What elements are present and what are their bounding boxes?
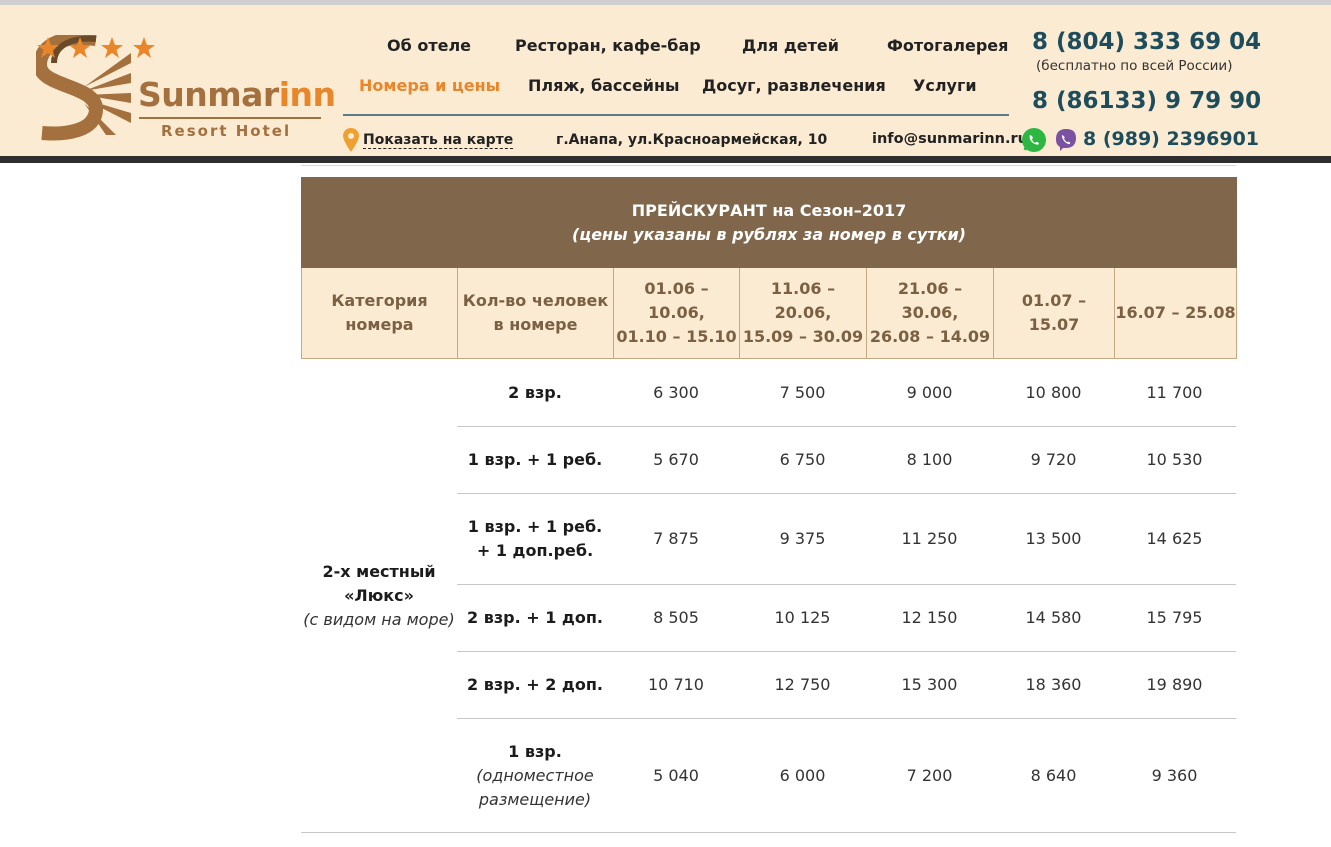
room-category-note: (с видом на море) — [303, 610, 455, 629]
guests-cell: 2 взр. — [508, 382, 562, 402]
price-cell: 10 800 — [1025, 382, 1082, 402]
phone-mobile[interactable]: 8 (989) 2396901 — [1083, 128, 1259, 150]
price-cell: 13 500 — [1025, 529, 1082, 548]
nav-item-kids[interactable]: Для детей — [742, 36, 839, 55]
column-header-period-5: 16.07 – 25.08 — [1115, 303, 1236, 322]
nav-item-beach[interactable]: Пляж, бассейны — [528, 76, 679, 95]
price-cell: 10 710 — [648, 675, 704, 694]
guests-cell: 1 взр. + 1 реб. + 1 доп.реб. — [467, 517, 603, 560]
column-header-period-2: 11.06 – 20.06, 15.09 – 30.09 — [740, 268, 867, 358]
logo-wordmark: Sunmarinn — [138, 75, 336, 114]
price-cell: 12 150 — [901, 608, 958, 627]
table-row: 2 взр. + 1 доп. 8 505 10 125 12 150 14 5… — [457, 585, 1236, 652]
price-cell: 6 000 — [779, 766, 826, 785]
nav-item-gallery[interactable]: Фотогалерея — [887, 36, 1008, 55]
column-header-period-4: 01.07 – 15.07 — [994, 268, 1115, 358]
nav-item-restaurant[interactable]: Ресторан, кафе-бар — [515, 36, 701, 55]
price-cell: 8 100 — [906, 450, 953, 469]
nav-item-leisure[interactable]: Досуг, развлечения — [702, 76, 886, 95]
table-row: 2 взр. + 2 доп. 10 710 12 750 15 300 18 … — [457, 652, 1236, 719]
price-cell: 9 360 — [1151, 766, 1198, 785]
price-cell: 10 530 — [1146, 450, 1203, 469]
nav-item-rooms-prices[interactable]: Номера и цены — [359, 76, 500, 95]
price-table-heading: ПРЕЙСКУРАНТ на Сезон–2017 — [631, 201, 907, 220]
column-header-period-3: 21.06 – 30.06, 26.08 – 14.09 — [867, 268, 994, 358]
price-cell: 7 875 — [653, 529, 699, 548]
guests-cell: 2 взр. + 2 доп. — [467, 675, 603, 694]
room-category-line2: «Люкс» — [344, 586, 414, 605]
price-cell: 5 670 — [653, 450, 699, 469]
logo-subtitle: Resort Hotel — [161, 122, 292, 140]
four-stars-icon — [37, 37, 155, 58]
guests-cell: 2 взр. + 1 доп. — [467, 608, 603, 627]
price-cell: 7 200 — [906, 766, 953, 785]
column-header-guests: Кол-во человек в номере — [458, 268, 614, 358]
price-cell: 11 700 — [1146, 382, 1203, 402]
phone-local[interactable]: 8 (86133) 9 79 90 — [1032, 88, 1261, 114]
phone-main-note: (бесплатно по всей России) — [1036, 58, 1233, 74]
column-header-period-1: 01.06 – 10.06, 01.10 – 15.10 — [614, 268, 740, 358]
price-cell: 5 040 — [653, 766, 699, 785]
price-table-subtitle: (цены указаны в рублях за номер в сутки) — [572, 225, 966, 244]
table-bottom-border — [301, 832, 1236, 833]
table-row: 1 взр. + 1 реб. 5 670 6 750 8 100 9 720 … — [457, 427, 1236, 494]
price-table-title: ПРЕЙСКУРАНТ на Сезон–2017 (цены указаны … — [301, 177, 1237, 268]
nav-item-about[interactable]: Об отеле — [387, 36, 471, 55]
room-category-line1: 2-х местный — [322, 562, 436, 581]
price-cell: 8 505 — [653, 608, 699, 627]
price-cell: 6 300 — [653, 382, 699, 402]
table-row: 1 взр. (одноместное размещение) 5 040 6 0… — [457, 719, 1236, 833]
show-on-map-link[interactable]: Показать на карте — [363, 132, 514, 149]
table-row: 2 взр. 6 300 7 500 9 000 10 800 11 700 — [457, 359, 1236, 427]
room-category-cell: 2-х местный «Люкс» (с видом на море) — [301, 359, 457, 833]
price-cell: 9 720 — [1030, 450, 1077, 469]
table-row: 1 взр. + 1 реб. + 1 доп.реб. 7 875 9 375 … — [457, 494, 1236, 585]
price-table-header: Категория номера Кол-во человек в номере 0… — [301, 268, 1237, 359]
price-cell: 7 500 — [779, 382, 826, 402]
logo-divider — [139, 117, 321, 119]
price-cell: 11 250 — [901, 529, 958, 548]
whatsapp-icon[interactable] — [1021, 127, 1047, 153]
price-cell: 18 360 — [1025, 675, 1082, 694]
phone-main[interactable]: 8 (804) 333 69 04 — [1032, 29, 1261, 55]
nav-divider — [343, 114, 1009, 116]
hotel-logo[interactable]: Sunmarinn Resort Hotel — [36, 35, 336, 141]
guests-cell: 1 взр. (одноместное размещение) — [476, 742, 594, 809]
column-header-category: Категория номера — [302, 268, 458, 358]
site-header: Sunmarinn Resort Hotel Об отеле Ресторан… — [0, 0, 1331, 163]
nav-item-services[interactable]: Услуги — [913, 76, 977, 95]
price-cell: 14 580 — [1025, 608, 1082, 627]
guests-cell: 1 взр. + 1 реб. — [467, 450, 603, 469]
map-pin-icon — [343, 128, 359, 152]
price-cell: 12 750 — [774, 675, 831, 694]
email-link[interactable]: info@sunmarinn.ru — [872, 131, 1028, 147]
price-cell: 6 750 — [779, 450, 826, 469]
price-cell: 9 375 — [779, 529, 826, 548]
price-cell: 14 625 — [1146, 529, 1203, 548]
hotel-address: г.Анапа, ул.Красноармейская, 10 — [556, 132, 828, 148]
content-divider — [301, 165, 1236, 166]
price-cell: 15 795 — [1146, 608, 1203, 627]
price-cell: 10 125 — [774, 608, 831, 627]
price-cell: 8 640 — [1030, 766, 1077, 785]
price-cell: 19 890 — [1146, 675, 1203, 694]
viber-icon[interactable] — [1053, 127, 1079, 153]
price-cell: 15 300 — [901, 675, 958, 694]
header-bottom-bar — [0, 156, 1331, 163]
price-cell: 9 000 — [906, 382, 953, 402]
